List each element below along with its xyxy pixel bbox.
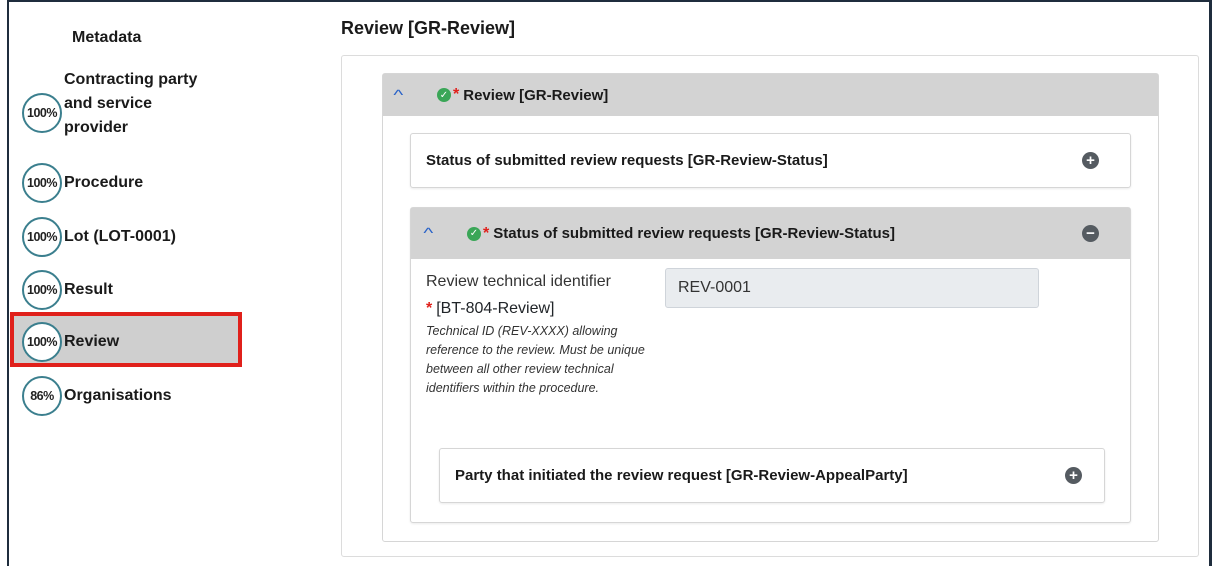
page-title: Review [GR-Review] (341, 18, 516, 38)
sidebar-item-contracting-party[interactable]: 100% Contracting party and service provi… (22, 71, 214, 140)
chevron-up-icon[interactable]: ^ (423, 225, 448, 242)
review-identifier-input[interactable]: REV-0001 (665, 268, 1039, 308)
progress-badge: 86% (22, 376, 62, 416)
highlight-box (10, 312, 242, 367)
progress-badge: 100% (22, 270, 62, 310)
chevron-up-icon[interactable]: ^ (393, 87, 418, 104)
field-id: [BT-804-Review] (436, 300, 555, 317)
sidebar-item-label: Lot (LOT-0001) (64, 228, 177, 245)
sidebar-item-procedure[interactable]: 100% Procedure (22, 163, 143, 203)
status-card-title: Status of submitted review requests [GR-… (426, 152, 828, 169)
sidebar-item-organisations[interactable]: 86% Organisations (22, 376, 172, 416)
required-marker: * (483, 224, 490, 242)
progress-badge: 100% (22, 217, 62, 257)
field-help-text: Technical ID (REV-XXXX) allowing referen… (426, 324, 645, 395)
status-card-collapsed[interactable]: Status of submitted review requests [GR-… (410, 133, 1131, 188)
sidebar-item-label: Organisations (64, 387, 172, 404)
status-card-expanded: ^ ✓ * Status of submitted review request… (410, 207, 1131, 523)
field-id-row: * [BT-804-Review] (426, 300, 555, 318)
minus-circle-icon[interactable]: − (1082, 225, 1099, 242)
plus-circle-icon[interactable]: + (1082, 152, 1099, 169)
appeal-party-title: Party that initiated the review request … (455, 467, 908, 484)
progress-badge: 100% (22, 93, 62, 133)
window-frame-left (7, 0, 9, 566)
review-section-header[interactable]: ^ ✓ * Review [GR-Review] (383, 74, 1158, 116)
progress-badge: 100% (22, 163, 62, 203)
sidebar-item-label: Contracting party and service provider (64, 71, 198, 136)
status-card-header-title: Status of submitted review requests [GR-… (493, 225, 895, 242)
status-card-header[interactable]: ^ ✓ * Status of submitted review request… (411, 208, 1130, 259)
sidebar-item-lot[interactable]: 100% Lot (LOT-0001) (22, 217, 176, 257)
sidebar-item-label: Procedure (64, 174, 144, 191)
sidebar-item-metadata[interactable]: Metadata (72, 26, 141, 50)
review-section: ^ ✓ * Review [GR-Review] Status of submi… (382, 73, 1159, 542)
sidebar-item-result[interactable]: 100% Result (22, 270, 113, 310)
required-marker: * (426, 300, 433, 317)
check-circle-icon: ✓ (467, 226, 481, 241)
review-section-title: Review [GR-Review] (463, 86, 609, 104)
window-frame-top (7, 0, 1212, 2)
plus-circle-icon[interactable]: + (1065, 467, 1082, 484)
appeal-party-card[interactable]: Party that initiated the review request … (439, 448, 1105, 503)
sidebar-item-label: Result (64, 281, 113, 298)
field-label: Review technical identifier (426, 273, 611, 290)
required-marker: * (453, 86, 460, 103)
check-circle-icon: ✓ (437, 88, 451, 102)
